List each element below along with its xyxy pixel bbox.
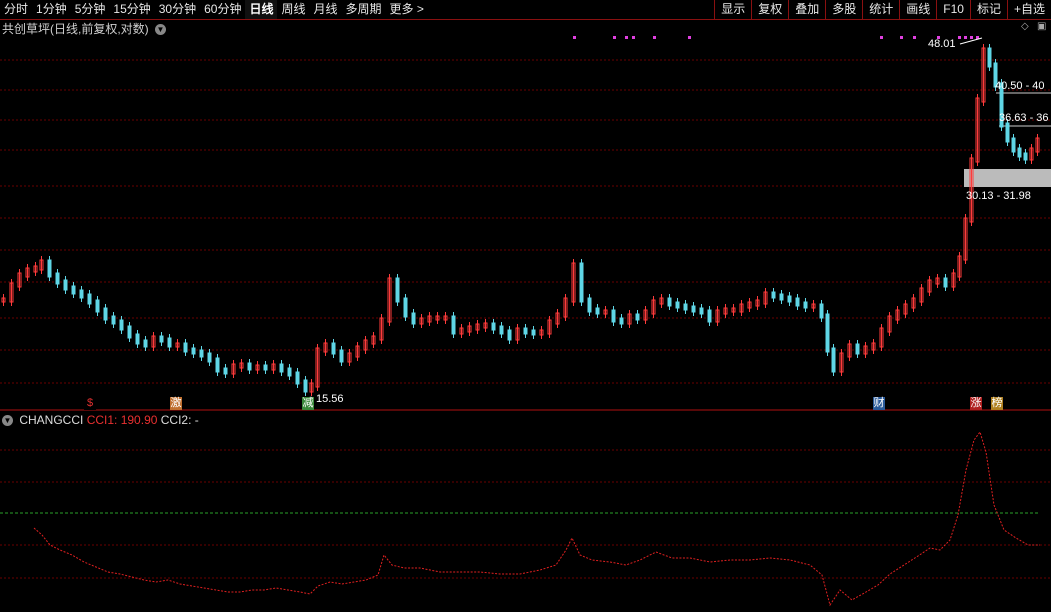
candle-body	[331, 342, 336, 355]
signal-dot	[880, 36, 883, 39]
chevron-down-icon[interactable]: ▼	[2, 415, 13, 427]
candle-body	[587, 297, 592, 313]
candle-body	[215, 357, 220, 373]
candle-body	[199, 349, 204, 358]
candle-body	[183, 342, 188, 353]
candle-body	[167, 337, 172, 348]
candle-body	[403, 297, 408, 318]
candle-body	[523, 327, 528, 335]
marker-dollar[interactable]: $	[84, 397, 96, 410]
candle-body	[795, 297, 800, 307]
candle-body	[943, 277, 948, 288]
candle-body	[247, 362, 252, 371]
candle-body	[79, 289, 84, 299]
candle-body	[287, 367, 292, 377]
indicator-title: ▼ CHANGCCI CCI1: 190.90 CCI2: -	[2, 413, 199, 427]
candle-body	[159, 335, 164, 343]
price-box-2: 36.63 - 36	[999, 112, 1049, 124]
candle-body	[1023, 152, 1028, 161]
candle-body	[263, 364, 268, 371]
candle-body	[819, 303, 824, 319]
candle-body	[1017, 147, 1022, 158]
signal-dot	[653, 36, 656, 39]
high-price-label: 48.01	[928, 38, 956, 50]
price-box-3: 30.13 - 31.98	[966, 190, 1031, 202]
signal-dot	[964, 36, 967, 39]
candle-body	[855, 343, 860, 355]
candle-body	[191, 347, 196, 355]
candle-body	[411, 312, 416, 325]
kline-chart[interactable]	[0, 0, 1051, 612]
candle-body	[339, 349, 344, 363]
candle-body	[295, 371, 300, 385]
candle-body	[143, 339, 148, 348]
candle-body	[71, 285, 76, 295]
candle-body	[279, 363, 284, 373]
signal-dot	[573, 36, 576, 39]
signal-dot	[900, 36, 903, 39]
signal-dot	[688, 36, 691, 39]
candle-body	[595, 307, 600, 315]
candle-body	[127, 325, 132, 339]
candle-body	[395, 277, 400, 303]
candle-body	[119, 319, 124, 331]
candle-body	[825, 313, 830, 353]
candle-body	[699, 307, 704, 315]
signal-dot	[632, 36, 635, 39]
candle-body	[95, 299, 100, 313]
candle-body	[779, 293, 784, 301]
candle-body	[667, 297, 672, 307]
signal-dot	[625, 36, 628, 39]
cci1-line	[33, 430, 1040, 607]
cci1-value: CCI1: 190.90	[86, 413, 158, 427]
candle-body	[831, 347, 836, 373]
candle-body	[1011, 137, 1016, 153]
candle-body	[683, 303, 688, 311]
marker-jian[interactable]: 减	[302, 397, 314, 410]
candle-body	[507, 329, 512, 341]
candle-body	[1005, 122, 1010, 143]
price-zone	[964, 169, 1051, 187]
candle-body	[303, 379, 308, 393]
candle-body	[135, 333, 140, 345]
candle-body	[619, 317, 624, 325]
candle-body	[63, 279, 68, 291]
candle-body	[499, 325, 504, 335]
marker-zhang[interactable]: 涨	[970, 397, 982, 410]
candle-body	[691, 305, 696, 313]
candle-body	[707, 309, 712, 323]
candle-body	[47, 259, 52, 278]
signal-dot	[613, 36, 616, 39]
candle-body	[103, 307, 108, 321]
candle-body	[787, 295, 792, 303]
marker-ji[interactable]: 激	[170, 397, 182, 410]
candle-body	[223, 367, 228, 375]
signal-dot	[958, 36, 961, 39]
candle-body	[531, 329, 536, 336]
signal-dot	[970, 36, 973, 39]
candle-body	[635, 313, 640, 321]
candle-body	[87, 293, 92, 305]
candle-body	[675, 301, 680, 309]
candle-body	[579, 262, 584, 303]
marker-bang[interactable]: 榜	[991, 397, 1003, 410]
cci2-value: CCI2: -	[160, 413, 199, 427]
indicator-name: CHANGCCI	[19, 413, 84, 427]
candle-body	[771, 291, 776, 299]
candle-body	[803, 301, 808, 309]
price-box-1: 40.50 - 40	[995, 80, 1045, 92]
candle-body	[611, 309, 616, 323]
candle-body	[491, 322, 496, 331]
candle-body	[55, 272, 60, 285]
candle-body	[111, 315, 116, 325]
signal-dot	[913, 36, 916, 39]
candle-body	[451, 315, 456, 335]
low-price-label: 15.56	[316, 393, 344, 405]
marker-cai[interactable]: 财	[873, 397, 885, 410]
candle-body	[987, 47, 992, 68]
candle-body	[207, 352, 212, 363]
